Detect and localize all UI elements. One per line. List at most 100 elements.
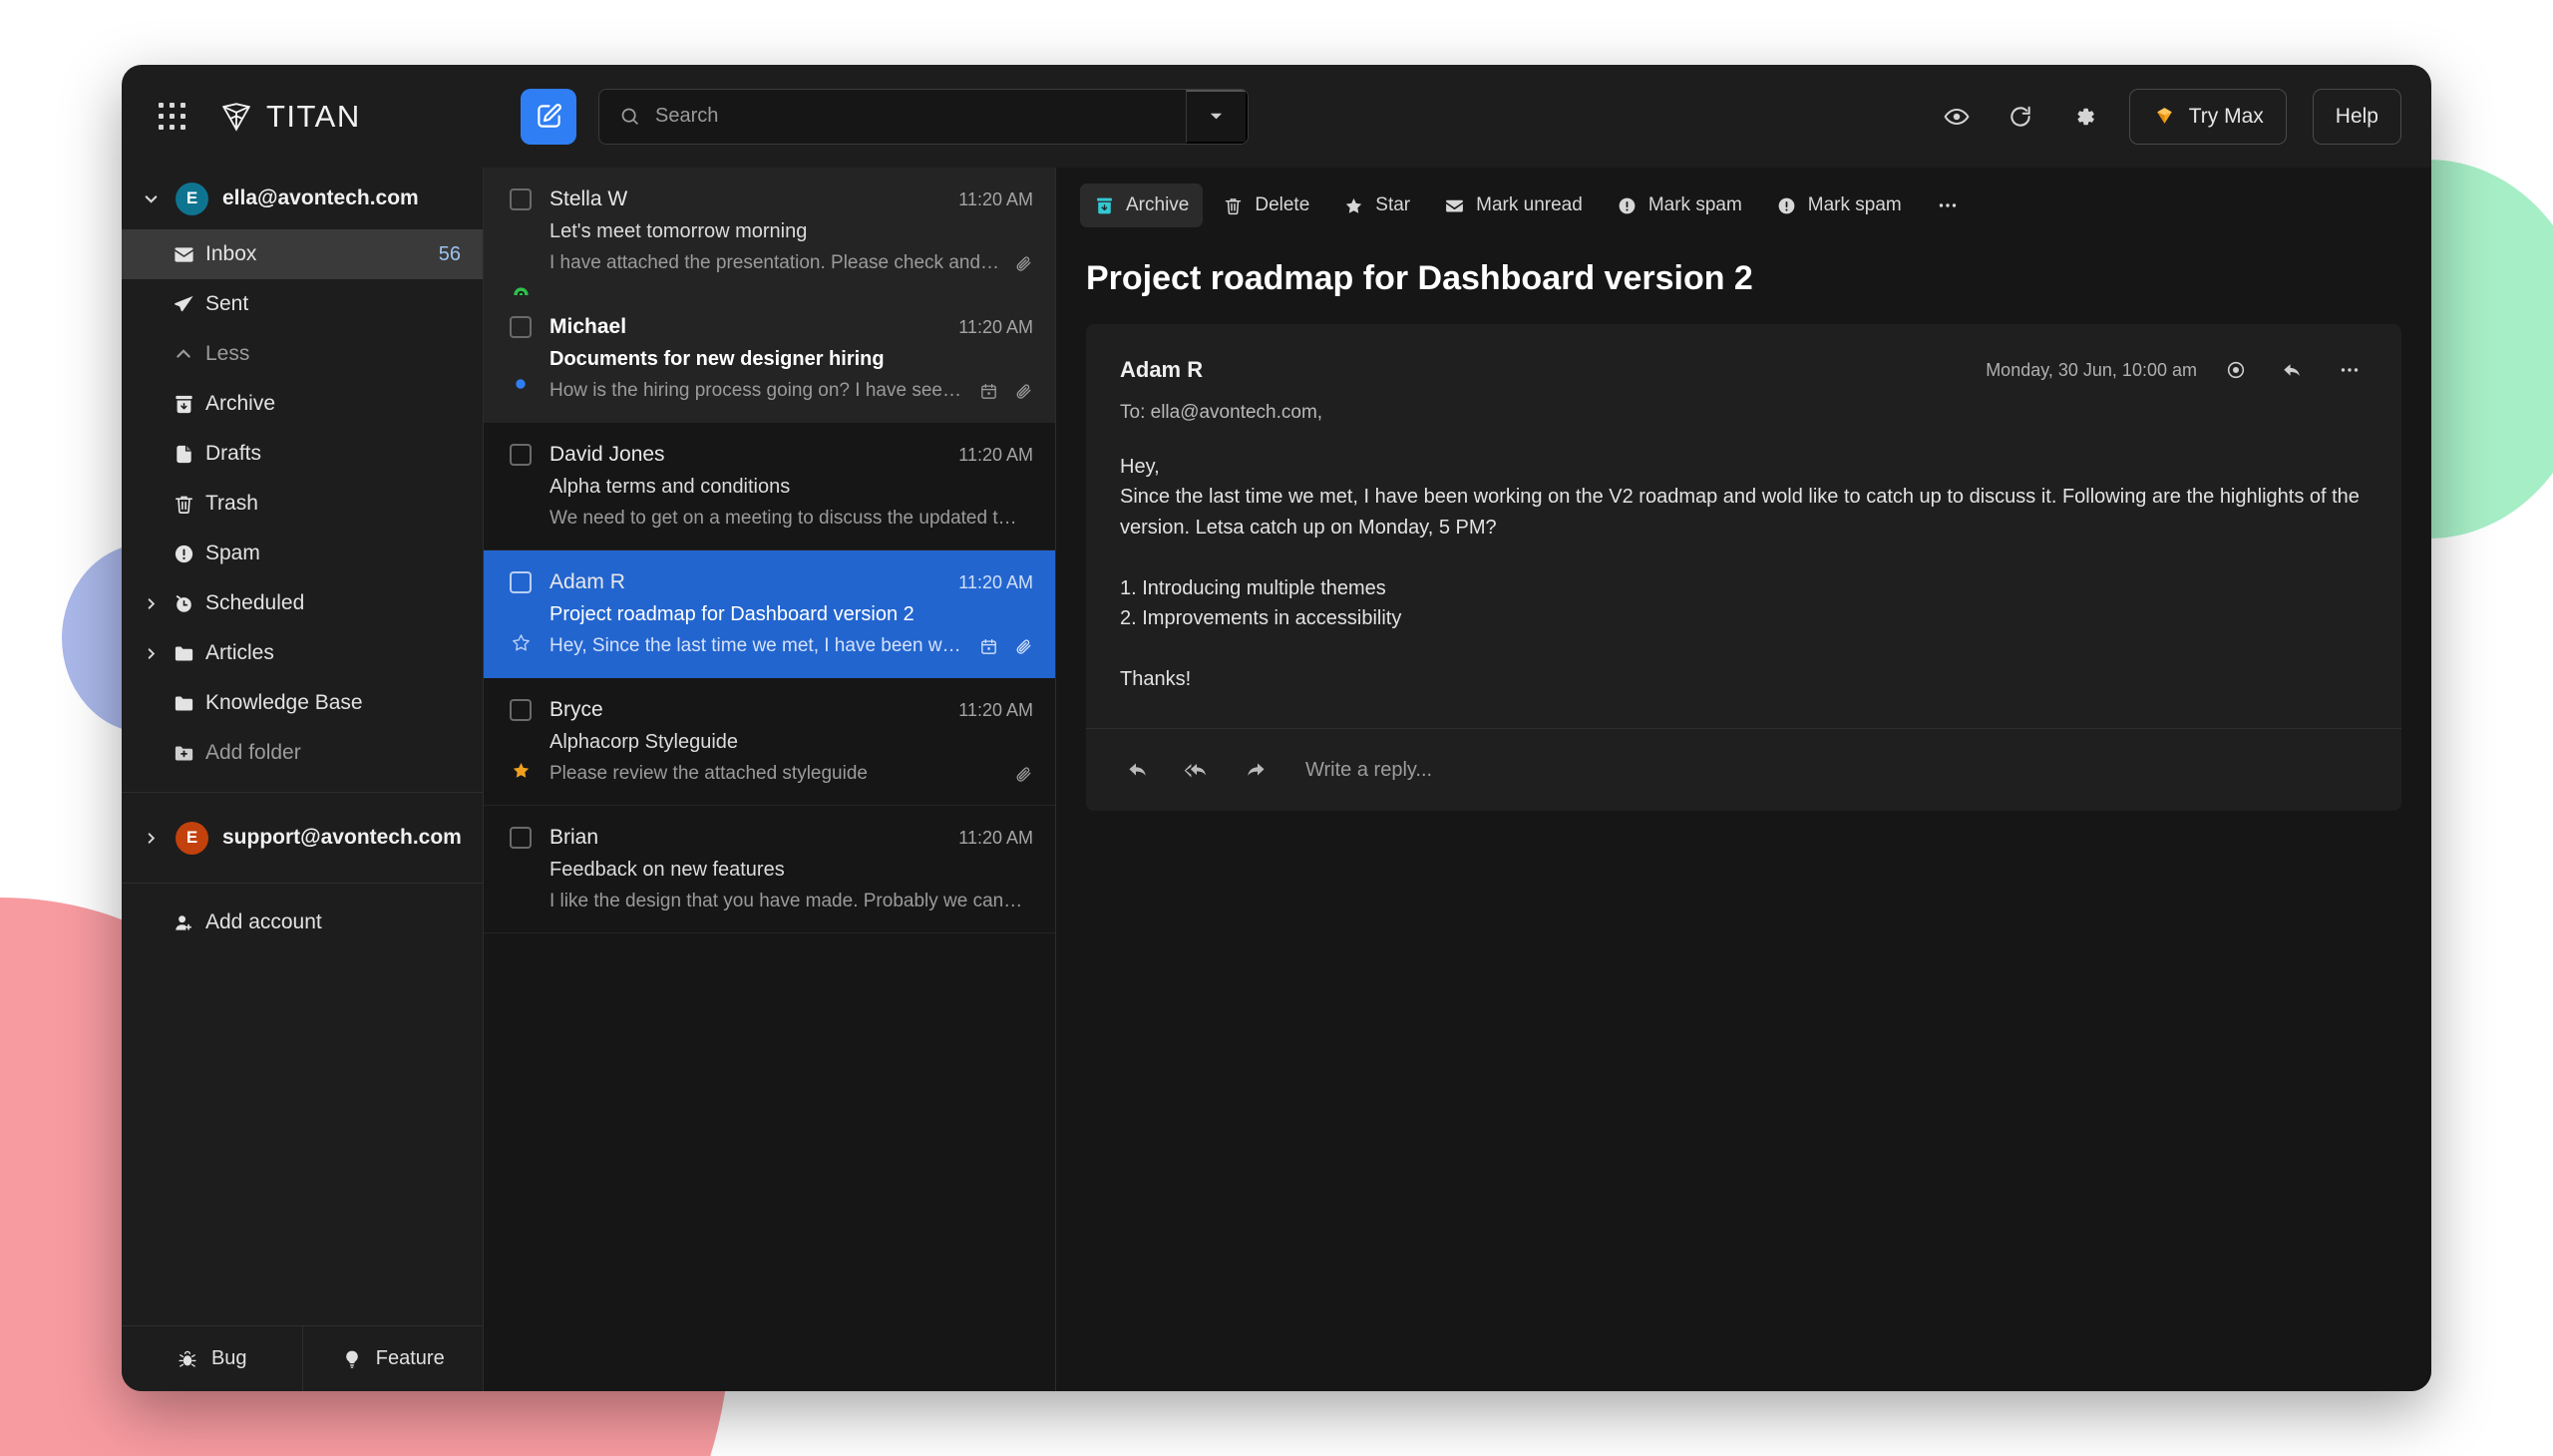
delete-button[interactable]: Delete [1209,183,1323,227]
sidebar-account-support[interactable]: E support@avontech.com [122,807,483,869]
table-row[interactable]: Stella W 11:20 AM Let's meet tomorrow mo… [484,168,1055,295]
mail-row-header: Bryce 11:20 AM [510,698,1033,722]
sidebar-item-label: Trash [205,492,258,516]
search-input[interactable] [655,105,1166,128]
gear-icon[interactable] [2065,98,2103,136]
delete-label: Delete [1255,194,1309,216]
mail-preview-row: I have attached the presentation. Please… [549,252,1033,274]
mail-preview-row: We need to get on a meeting to discuss t… [549,508,1033,530]
sidebar-item-scheduled[interactable]: Scheduled [122,578,483,628]
message-card: Adam R Monday, 30 Jun, 10:00 am [1086,324,2401,811]
star-outline-icon[interactable] [510,632,532,653]
titan-logo-text: TITAN [266,99,361,135]
message-meta: Monday, 30 Jun, 10:00 am [1986,352,2368,388]
mark-unread-button[interactable]: Mark unread [1430,183,1597,227]
message-recipients: To: ella@avontech.com, [1120,402,2368,424]
try-max-button[interactable]: Try Max [2129,89,2287,145]
read-receipt-icon[interactable] [2219,353,2253,387]
sidebar-item-spam[interactable]: Spam [122,529,483,578]
search-field[interactable] [599,90,1186,144]
compose-button[interactable] [521,89,576,145]
sidebar-item-add-account[interactable]: Add account [122,898,483,947]
mail-row-header: Stella W 11:20 AM [510,187,1033,211]
mail-preview: How is the hiring process going on? I ha… [549,380,979,402]
sidebar-item-add-folder[interactable]: Add folder [122,728,483,778]
inbox-unread-count: 56 [439,243,461,266]
envelope-icon [1444,195,1465,216]
request-feature-button[interactable]: Feature [302,1326,484,1391]
sidebar-item-label: Sent [205,292,248,316]
chevron-right-icon[interactable] [140,646,162,661]
star-button[interactable]: Star [1329,183,1424,227]
mail-subject: Alphacorp Styleguide [549,731,1033,754]
top-bar-actions: Try Max Help [1938,89,2401,145]
sidebar-item-sent[interactable]: Sent [122,279,483,329]
archive-button[interactable]: Archive [1080,183,1203,227]
message-body: Hey, Since the last time we met, I have … [1086,424,2401,728]
chevron-right-icon[interactable] [140,596,162,611]
mail-row-header: Michael 11:20 AM [510,315,1033,339]
mail-time: 11:20 AM [958,189,1033,210]
titan-cube-logo-icon [219,100,253,134]
mail-row-checkbox[interactable] [510,188,532,210]
table-row[interactable]: Adam R 11:20 AM Project roadmap for Dash… [484,550,1055,678]
sidebar-item-less[interactable]: Less [122,329,483,379]
mail-row-header: Brian 11:20 AM [510,826,1033,850]
table-row[interactable]: Bryce 11:20 AM Alphacorp Styleguide Plea… [484,678,1055,806]
mail-preview: Please review the attached styleguide [549,763,1014,785]
sidebar-item-label: Scheduled [205,591,304,615]
sidebar-item-label: Articles [205,641,274,665]
refresh-icon[interactable] [2002,98,2039,136]
account-email: support@avontech.com [222,826,462,850]
table-row[interactable]: David Jones 11:20 AM Alpha terms and con… [484,423,1055,550]
apps-grid-icon[interactable] [159,103,185,130]
search-filter-button[interactable] [1186,90,1248,144]
mail-subject: Documents for new designer hiring [549,348,1033,371]
sidebar-item-drafts[interactable]: Drafts [122,429,483,479]
try-max-label: Try Max [2189,105,2264,129]
mail-row-checkbox[interactable] [510,444,532,466]
mark-unread-label: Mark unread [1476,194,1583,216]
table-row[interactable]: Michael 11:20 AM Documents for new desig… [484,295,1055,423]
folder-icon [162,642,205,665]
alert-circle-icon [162,543,205,565]
more-horizontal-icon[interactable] [2332,352,2368,388]
forward-icon[interactable] [1238,752,1274,788]
sidebar-item-articles[interactable]: Articles [122,628,483,678]
sidebar-account-primary[interactable]: E ella@avontech.com [122,168,483,229]
mark-spam-button-2[interactable]: Mark spam [1762,183,1916,227]
request-feature-label: Feature [376,1347,445,1370]
sidebar: E ella@avontech.com Inbox 56 S [122,168,484,1391]
sidebar-item-trash[interactable]: Trash [122,479,483,529]
sidebar-item-knowledge-base[interactable]: Knowledge Base [122,678,483,728]
mail-row-icons [1014,765,1033,784]
chevron-up-icon [162,344,205,364]
mail-preview-row: Hey, Since the last time we met, I have … [549,635,1033,657]
draft-file-icon [162,443,205,466]
read-receipts-icon[interactable] [1938,98,1976,136]
sidebar-footer: Bug Feature [122,1325,483,1391]
mail-row-checkbox[interactable] [510,316,532,338]
chevron-right-icon[interactable] [140,831,162,846]
table-row[interactable]: Brian 11:20 AM Feedback on new features … [484,806,1055,933]
reply-all-icon[interactable] [1178,751,1216,789]
mark-spam-button-1[interactable]: Mark spam [1603,183,1756,227]
report-bug-button[interactable]: Bug [122,1326,302,1391]
chevron-down-icon[interactable] [140,190,162,207]
star-filled-icon[interactable] [510,760,532,781]
help-button[interactable]: Help [2313,89,2401,145]
sidebar-item-archive[interactable]: Archive [122,379,483,429]
reply-input[interactable]: Write a reply... [1305,759,1432,782]
mail-row-checkbox[interactable] [510,699,532,721]
message-sender: Adam R [1120,357,1203,383]
folder-icon [162,692,205,715]
mail-row-checkbox[interactable] [510,571,532,593]
reply-icon[interactable] [2275,353,2310,388]
sidebar-item-inbox[interactable]: Inbox 56 [122,229,483,279]
mail-row-checkbox[interactable] [510,827,532,849]
reply-icon[interactable] [1120,752,1156,788]
mail-preview: I like the design that you have made. Pr… [549,891,1033,912]
more-actions-button[interactable] [1922,183,1974,227]
star-label: Star [1375,194,1410,216]
titan-logo[interactable]: TITAN [219,99,361,135]
